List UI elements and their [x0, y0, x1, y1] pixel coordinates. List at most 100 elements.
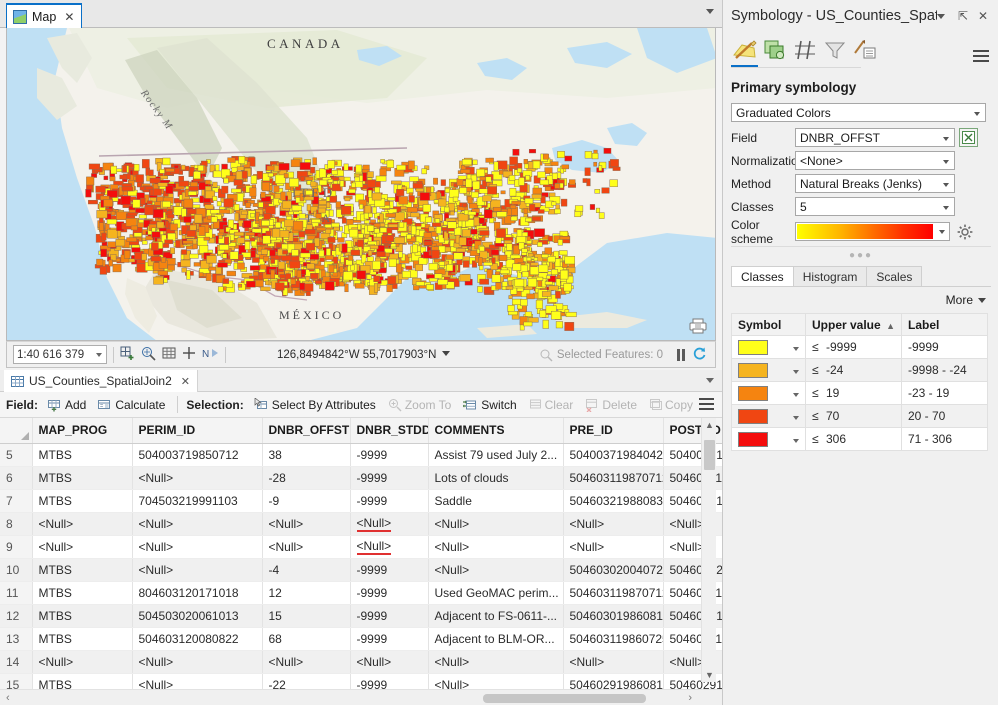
cell-perim-id[interactable]: <Null>	[132, 466, 263, 490]
row-number[interactable]: 8	[0, 512, 33, 536]
column-header-dnbr-stddv[interactable]: DNBR_STDDV	[350, 418, 429, 444]
more-menu-button[interactable]: More	[946, 293, 986, 307]
class-upper-value-cell[interactable]: ≤70	[805, 404, 902, 428]
classes-select[interactable]: 5	[795, 197, 955, 216]
cell-map-prog[interactable]: MTBS	[32, 627, 133, 651]
class-symbol-cell[interactable]	[731, 358, 806, 382]
cell-dnbr-offst[interactable]: 38	[262, 443, 351, 467]
column-header-pre-id[interactable]: PRE_ID	[563, 418, 664, 444]
chevron-down-icon[interactable]	[793, 393, 799, 398]
cell-map-prog[interactable]: MTBS	[32, 558, 133, 582]
cell-map-prog[interactable]: MTBS	[32, 581, 133, 605]
row-number[interactable]: 11	[0, 581, 33, 605]
north-arrow-icon[interactable]: N	[202, 346, 219, 363]
vary-symbology-icon[interactable]	[851, 36, 879, 64]
color-swatch[interactable]	[738, 385, 768, 401]
scales-icon[interactable]	[791, 36, 819, 64]
cell-pre-id[interactable]: 504603119860725	[563, 627, 664, 651]
cell-perim-id[interactable]: <Null>	[132, 512, 263, 536]
cell-pre-id[interactable]: 504003719840420	[563, 443, 664, 467]
cell-comments[interactable]: Lots of clouds	[428, 466, 564, 490]
field-select[interactable]: DNBR_OFFST	[795, 128, 955, 147]
tab-classes[interactable]: Classes	[731, 266, 794, 287]
cell-pre-id[interactable]: 504603119870712	[563, 581, 664, 605]
table-horizontal-scrollbar[interactable]: ‹ ›	[0, 689, 722, 705]
row-number[interactable]: 9	[0, 535, 33, 559]
table-options-menu-icon[interactable]	[699, 398, 714, 413]
scrollbar-thumb[interactable]	[704, 440, 715, 470]
calculate-field-button[interactable]: = Calculate	[94, 398, 169, 412]
class-label-cell[interactable]: -9998 - -24	[901, 358, 988, 382]
chevron-down-icon[interactable]	[706, 378, 714, 383]
select-by-attributes-button[interactable]: Select By Attributes	[250, 397, 380, 412]
cell-map-prog[interactable]: MTBS	[32, 604, 133, 628]
scroll-up-icon[interactable]: ▲	[702, 418, 717, 432]
explore-tool-icon[interactable]	[141, 346, 156, 364]
map-canvas[interactable]: CANADA ITED T A MÉXICO Rocky M	[6, 28, 716, 341]
scroll-right-icon[interactable]: ›	[688, 692, 692, 704]
cell-comments[interactable]: <Null>	[428, 512, 564, 536]
column-header-comments[interactable]: COMMENTS	[428, 418, 564, 444]
class-upper-value-cell[interactable]: ≤ -9999	[805, 335, 902, 359]
scroll-down-icon[interactable]: ▼	[702, 668, 717, 682]
class-row[interactable]: ≤ -9999 -9999	[731, 335, 988, 359]
chevron-down-icon[interactable]	[793, 370, 799, 375]
cell-map-prog[interactable]: <Null>	[32, 650, 133, 674]
table-row[interactable]: 10 MTBS <Null> -4 -9999 <Null> 504603020040726…	[0, 558, 722, 582]
map-scale-input[interactable]: 1:40 616 379	[13, 345, 107, 364]
cell-dnbr-stddv[interactable]: -9999	[350, 443, 429, 467]
cell-map-prog[interactable]: <Null>	[32, 512, 133, 536]
close-icon[interactable]: ✕	[181, 375, 190, 388]
cell-dnbr-offst[interactable]: <Null>	[262, 535, 351, 559]
class-symbol-cell[interactable]	[731, 335, 806, 359]
normalization-select[interactable]: <None>	[795, 151, 955, 170]
cell-pre-id[interactable]: <Null>	[563, 650, 664, 674]
grid-icon[interactable]	[162, 346, 176, 363]
field-expression-button[interactable]	[959, 128, 978, 147]
class-upper-value-cell[interactable]: ≤306	[805, 427, 902, 451]
table-row[interactable]: 7 MTBS 704503219991103 -9 -9999 Saddle 5046032…	[0, 489, 722, 513]
row-number[interactable]: 7	[0, 489, 33, 513]
refresh-icon[interactable]	[692, 346, 707, 364]
pause-drawing-button[interactable]	[677, 348, 685, 361]
cell-pre-id[interactable]: <Null>	[563, 535, 664, 559]
row-number[interactable]: 5	[0, 443, 33, 467]
print-icon[interactable]	[687, 316, 709, 336]
column-header-symbol[interactable]: Symbol	[731, 313, 806, 336]
cell-comments[interactable]: Adjacent to FS-0611-...	[428, 604, 564, 628]
row-number[interactable]: 14	[0, 650, 33, 674]
class-symbol-cell[interactable]	[731, 404, 806, 428]
tab-map[interactable]: Map ✕	[6, 3, 83, 28]
chevron-down-icon[interactable]	[793, 416, 799, 421]
cell-dnbr-stddv[interactable]: -9999	[350, 581, 429, 605]
table-row[interactable]: 5 MTBS 504003719850712 38 -9999 Assist 79 use…	[0, 443, 722, 467]
table-vertical-scrollbar[interactable]: ▲ ▼	[701, 418, 716, 682]
class-label-cell[interactable]: -23 - 19	[901, 381, 988, 405]
cell-dnbr-stddv[interactable]: <Null>	[350, 512, 429, 536]
cell-perim-id[interactable]: 804603120171018	[132, 581, 263, 605]
table-row[interactable]: 12 MTBS 504503020061013 15 -9999 Adjacent to …	[0, 604, 722, 628]
table-row[interactable]: 11 MTBS 804603120171018 12 -9999 Used GeoMAC …	[0, 581, 722, 605]
crosshair-icon[interactable]	[182, 346, 196, 363]
color-swatch[interactable]	[738, 339, 768, 355]
symbology-menu-icon[interactable]	[973, 50, 989, 65]
class-row[interactable]: ≤70 20 - 70	[731, 404, 988, 428]
class-symbol-cell[interactable]	[731, 427, 806, 451]
class-row[interactable]: ≤ -24 -9998 - -24	[731, 358, 988, 382]
chevron-down-icon[interactable]	[793, 347, 799, 352]
cell-pre-id[interactable]: 504603019860810	[563, 604, 664, 628]
row-number[interactable]: 6	[0, 466, 33, 490]
cell-comments[interactable]: <Null>	[428, 535, 564, 559]
cell-dnbr-offst[interactable]: <Null>	[262, 512, 351, 536]
cell-dnbr-offst[interactable]: 15	[262, 604, 351, 628]
cell-dnbr-offst[interactable]: <Null>	[262, 650, 351, 674]
cell-map-prog[interactable]: MTBS	[32, 466, 133, 490]
gallery-icon[interactable]	[731, 36, 759, 64]
cell-dnbr-stddv[interactable]: -9999	[350, 489, 429, 513]
cell-dnbr-stddv[interactable]: <Null>	[350, 650, 429, 674]
cell-dnbr-offst[interactable]: -9	[262, 489, 351, 513]
table-row[interactable]: 8 <Null> <Null> <Null> <Null> <Null> <Null> <Nu…	[0, 512, 722, 536]
table-row[interactable]: 6 MTBS <Null> -28 -9999 Lots of clouds 5046031…	[0, 466, 722, 490]
color-swatch[interactable]	[738, 362, 768, 378]
cell-comments[interactable]: Assist 79 used July 2...	[428, 443, 564, 467]
